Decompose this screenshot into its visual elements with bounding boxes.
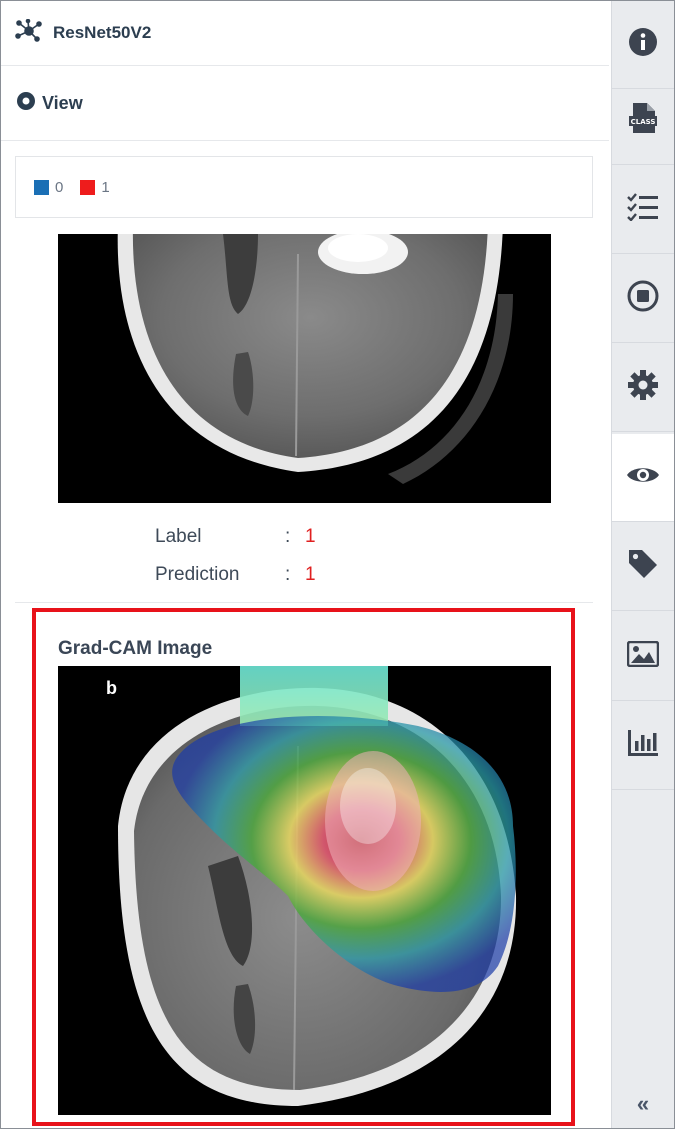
sidebar-info-button[interactable]: [612, 1, 674, 89]
label-key: Label: [155, 526, 202, 547]
network-icon: [15, 18, 43, 48]
panel-letter: b: [106, 678, 117, 698]
svg-text:CLASS: CLASS: [631, 118, 656, 126]
label-separator: :: [285, 526, 291, 547]
prediction-row: Prediction : 1: [155, 556, 316, 594]
sidebar-settings-button[interactable]: [612, 344, 674, 432]
bar-chart-icon: [627, 729, 659, 762]
right-sidebar: CLASS «: [611, 1, 674, 1128]
sidebar-view-button[interactable]: [612, 434, 674, 522]
legend-label-0: 0: [55, 178, 64, 196]
sidebar-chart-button[interactable]: [612, 702, 674, 790]
sidebar-stop-button[interactable]: [612, 255, 674, 343]
prediction-key: Prediction: [155, 564, 240, 585]
prediction-value: 1: [305, 564, 316, 585]
label-row: Label : 1: [155, 518, 316, 556]
image-icon: [626, 640, 660, 672]
radio-dot-icon: [16, 91, 36, 116]
class-file-icon: CLASS: [628, 102, 658, 139]
gradcam-panel: Grad-CAM Image b: [32, 608, 575, 1126]
section-divider: [15, 602, 593, 603]
prediction-separator: :: [285, 564, 291, 585]
sidebar-class-button[interactable]: CLASS: [612, 77, 674, 165]
checklist-icon: [627, 193, 659, 226]
model-header: ResNet50V2: [1, 1, 609, 66]
sidebar-checklist-button[interactable]: [612, 166, 674, 254]
label-value: 1: [305, 526, 316, 547]
view-section-header[interactable]: View: [1, 66, 609, 141]
sidebar-tag-button[interactable]: [612, 523, 674, 611]
model-title: ResNet50V2: [53, 23, 152, 42]
eye-icon: [626, 464, 660, 491]
gear-icon: [627, 369, 659, 406]
legend-item-1: 1: [80, 178, 110, 196]
gradcam-image: b: [58, 666, 551, 1115]
stop-icon: [627, 280, 659, 317]
view-label: View: [42, 92, 83, 113]
ct-scan-image: [58, 234, 551, 503]
info-icon: [628, 27, 658, 62]
prediction-info: Label : 1 Prediction : 1: [155, 518, 316, 594]
sidebar-image-button[interactable]: [612, 613, 674, 701]
legend-swatch-0: [34, 179, 49, 195]
legend-swatch-1: [80, 179, 96, 195]
legend-label-1: 1: [101, 178, 110, 196]
gradcam-title: Grad-CAM Image: [58, 638, 213, 659]
tag-icon: [627, 548, 659, 585]
class-legend: 0 1: [15, 156, 593, 218]
collapse-sidebar-button[interactable]: «: [612, 1089, 674, 1119]
legend-item-0: 0: [34, 179, 63, 196]
